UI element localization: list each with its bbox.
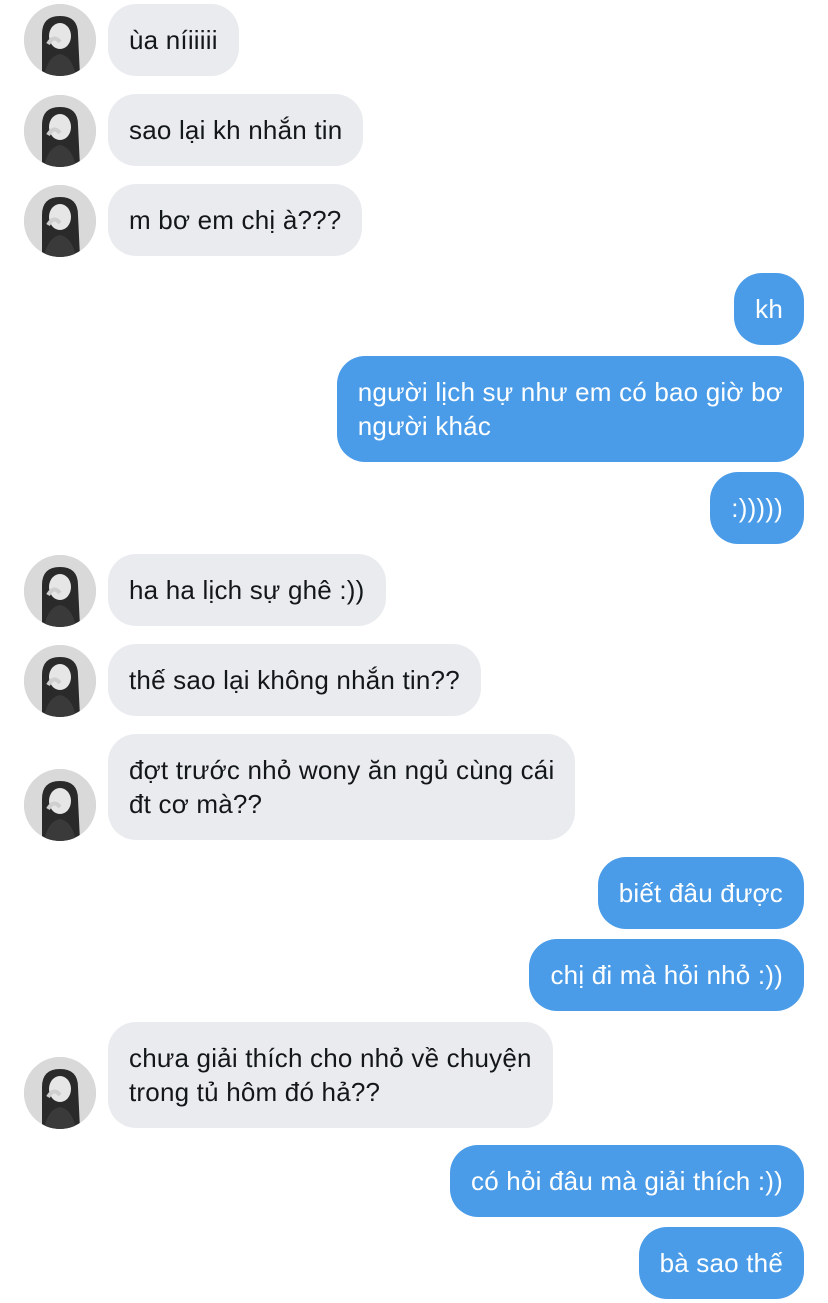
- avatar-photo-icon: [24, 95, 96, 167]
- incoming-message-bubble[interactable]: m bơ em chị à???: [108, 184, 363, 256]
- contact-avatar[interactable]: [24, 185, 96, 257]
- incoming-message-bubble[interactable]: ùa níiiiii: [108, 4, 239, 76]
- avatar-photo-icon: [24, 769, 96, 841]
- outgoing-message-bubble[interactable]: biết đâu được: [597, 857, 804, 929]
- contact-avatar[interactable]: [24, 555, 96, 627]
- avatar-photo-icon: [24, 185, 96, 257]
- avatar-photo-icon: [24, 4, 96, 76]
- outgoing-message-bubble[interactable]: chị đi mà hỏi nhỏ :)): [529, 939, 804, 1011]
- incoming-message-bubble[interactable]: đợt trước nhỏ wony ăn ngủ cùng cái đt cơ…: [108, 734, 576, 840]
- avatar-photo-icon: [24, 555, 96, 627]
- incoming-message-bubble[interactable]: ha ha lịch sự ghê :)): [108, 554, 386, 626]
- incoming-message-bubble[interactable]: thế sao lại không nhắn tin??: [108, 644, 481, 716]
- outgoing-message-bubble[interactable]: bà sao thế: [638, 1227, 804, 1299]
- outgoing-message-bubble[interactable]: :))))): [710, 472, 804, 544]
- contact-avatar[interactable]: [24, 769, 96, 841]
- outgoing-message-bubble[interactable]: người lịch sự như em có bao giờ bơ người…: [336, 356, 804, 462]
- contact-avatar[interactable]: [24, 95, 96, 167]
- incoming-message-bubble[interactable]: chưa giải thích cho nhỏ về chuyện trong …: [108, 1022, 553, 1128]
- outgoing-message-bubble[interactable]: có hỏi đâu mà giải thích :)): [450, 1145, 804, 1217]
- outgoing-message-bubble[interactable]: kh: [734, 273, 804, 345]
- contact-avatar[interactable]: [24, 1057, 96, 1129]
- avatar-photo-icon: [24, 645, 96, 717]
- incoming-message-bubble[interactable]: sao lại kh nhắn tin: [108, 94, 364, 166]
- avatar-photo-icon: [24, 1057, 96, 1129]
- contact-avatar[interactable]: [24, 4, 96, 76]
- contact-avatar[interactable]: [24, 645, 96, 717]
